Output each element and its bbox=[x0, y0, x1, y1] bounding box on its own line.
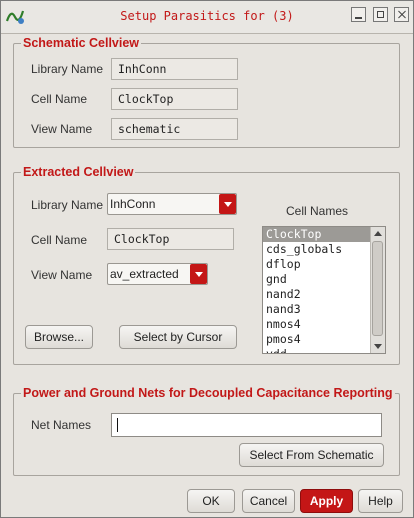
net-names-label: Net Names bbox=[31, 418, 92, 432]
extracted-cellview-legend: Extracted Cellview bbox=[21, 165, 136, 179]
extracted-view-value: av_extracted bbox=[110, 267, 179, 281]
scrollbar-thumb[interactable] bbox=[372, 241, 383, 336]
cell-names-list-item[interactable]: pmos4 bbox=[263, 332, 385, 347]
extracted-library-select[interactable]: InhConn bbox=[107, 193, 237, 215]
schematic-view-label: View Name bbox=[31, 122, 93, 136]
schematic-cell-label: Cell Name bbox=[31, 92, 88, 106]
setup-parasitics-dialog: Setup Parasitics for (3) Schematic Cellv… bbox=[0, 0, 414, 518]
cell-names-list-item[interactable]: gnd bbox=[263, 272, 385, 287]
schematic-cellview-legend: Schematic Cellview bbox=[21, 36, 142, 50]
power-ground-nets-legend: Power and Ground Nets for Decoupled Capa… bbox=[21, 386, 395, 400]
extracted-view-select[interactable]: av_extracted bbox=[107, 263, 208, 285]
title-bar[interactable]: Setup Parasitics for (3) bbox=[1, 1, 413, 34]
scroll-down-arrow-icon[interactable] bbox=[371, 340, 385, 353]
cell-names-list-item[interactable]: nmos4 bbox=[263, 317, 385, 332]
browse-button[interactable]: Browse... bbox=[25, 325, 93, 349]
extracted-library-value: InhConn bbox=[110, 197, 156, 211]
schematic-cell-field: ClockTop bbox=[111, 88, 238, 110]
cell-names-list-item[interactable]: nand3 bbox=[263, 302, 385, 317]
cell-names-list-item[interactable]: ClockTop bbox=[263, 227, 385, 242]
schematic-library-label: Library Name bbox=[31, 62, 104, 76]
scroll-up-arrow-icon[interactable] bbox=[371, 227, 385, 240]
apply-button[interactable]: Apply bbox=[300, 489, 353, 513]
chevron-down-icon[interactable] bbox=[219, 194, 236, 214]
ok-button[interactable]: OK bbox=[187, 489, 235, 513]
select-from-schematic-button[interactable]: Select From Schematic bbox=[239, 443, 384, 467]
help-button[interactable]: Help bbox=[358, 489, 403, 513]
cell-names-label: Cell Names bbox=[286, 204, 349, 218]
net-names-input[interactable] bbox=[111, 413, 382, 437]
cell-names-list-item[interactable]: nand2 bbox=[263, 287, 385, 302]
chevron-down-icon[interactable] bbox=[190, 264, 207, 284]
cell-names-list-item[interactable]: cds_globals bbox=[263, 242, 385, 257]
cell-names-listbox[interactable]: ClockTop cds_globals dflop gnd nand2 nand3 nmo… bbox=[262, 226, 386, 354]
text-caret bbox=[117, 418, 118, 432]
schematic-view-field: schematic bbox=[111, 118, 238, 140]
maximize-button[interactable] bbox=[373, 7, 388, 22]
extracted-cell-field: ClockTop bbox=[107, 228, 234, 250]
cancel-button[interactable]: Cancel bbox=[242, 489, 295, 513]
extracted-view-label: View Name bbox=[31, 268, 93, 282]
cell-names-list-item[interactable]: dflop bbox=[263, 257, 385, 272]
extracted-cell-label: Cell Name bbox=[31, 233, 88, 247]
cell-names-list-item[interactable]: vdd bbox=[263, 347, 385, 353]
minimize-button[interactable] bbox=[351, 7, 366, 22]
cell-names-list: ClockTop cds_globals dflop gnd nand2 nand3 nmo… bbox=[263, 227, 385, 353]
cell-names-scrollbar[interactable] bbox=[370, 227, 385, 353]
schematic-library-field: InhConn bbox=[111, 58, 238, 80]
close-button[interactable] bbox=[394, 7, 409, 22]
select-by-cursor-button[interactable]: Select by Cursor bbox=[119, 325, 237, 349]
extracted-library-label: Library Name bbox=[31, 198, 104, 212]
